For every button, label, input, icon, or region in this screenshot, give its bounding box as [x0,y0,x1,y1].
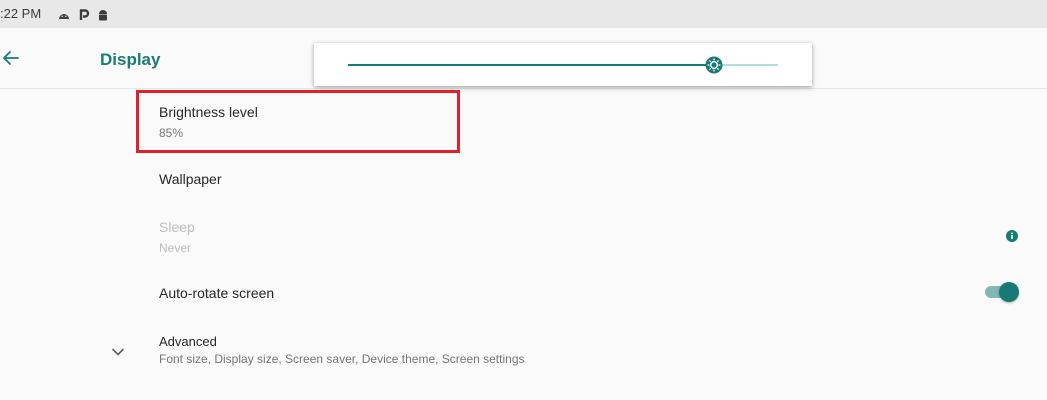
status-time: :22 PM [0,6,42,21]
status-bar: :22 PM [0,0,1047,28]
info-icon[interactable] [1006,229,1018,242]
settings-screen: :22 PM Display Brightness level 85% Wall… [0,0,1047,400]
auto-rotate-toggle[interactable] [985,282,1019,302]
advanced-title: Advanced [159,334,217,349]
advanced-item[interactable]: Advanced Font size, Display size, Screen… [159,334,525,367]
android-robot-icon [97,8,109,21]
parking-p-icon [78,8,90,20]
back-arrow-icon[interactable] [0,48,22,68]
wallpaper-title: Wallpaper [159,171,222,187]
sleep-title: Sleep [159,219,195,235]
android-head-icon [58,8,70,20]
brightness-slider-thumb[interactable] [704,55,724,75]
brightness-slider-popup [314,43,812,86]
highlight-box [136,90,460,153]
sleep-summary: Never [159,241,192,255]
brightness-slider-fill [348,64,714,66]
auto-rotate-item[interactable]: Auto-rotate screen [159,284,274,302]
wallpaper-item[interactable]: Wallpaper [159,170,222,188]
brightness-slider[interactable] [348,56,778,74]
toggle-thumb [999,282,1019,302]
sleep-item[interactable]: Sleep Never [159,218,195,256]
auto-rotate-title: Auto-rotate screen [159,285,275,301]
chevron-down-icon[interactable] [111,344,125,356]
page-title: Display [100,50,161,69]
advanced-summary: Font size, Display size, Screen saver, D… [159,352,525,366]
